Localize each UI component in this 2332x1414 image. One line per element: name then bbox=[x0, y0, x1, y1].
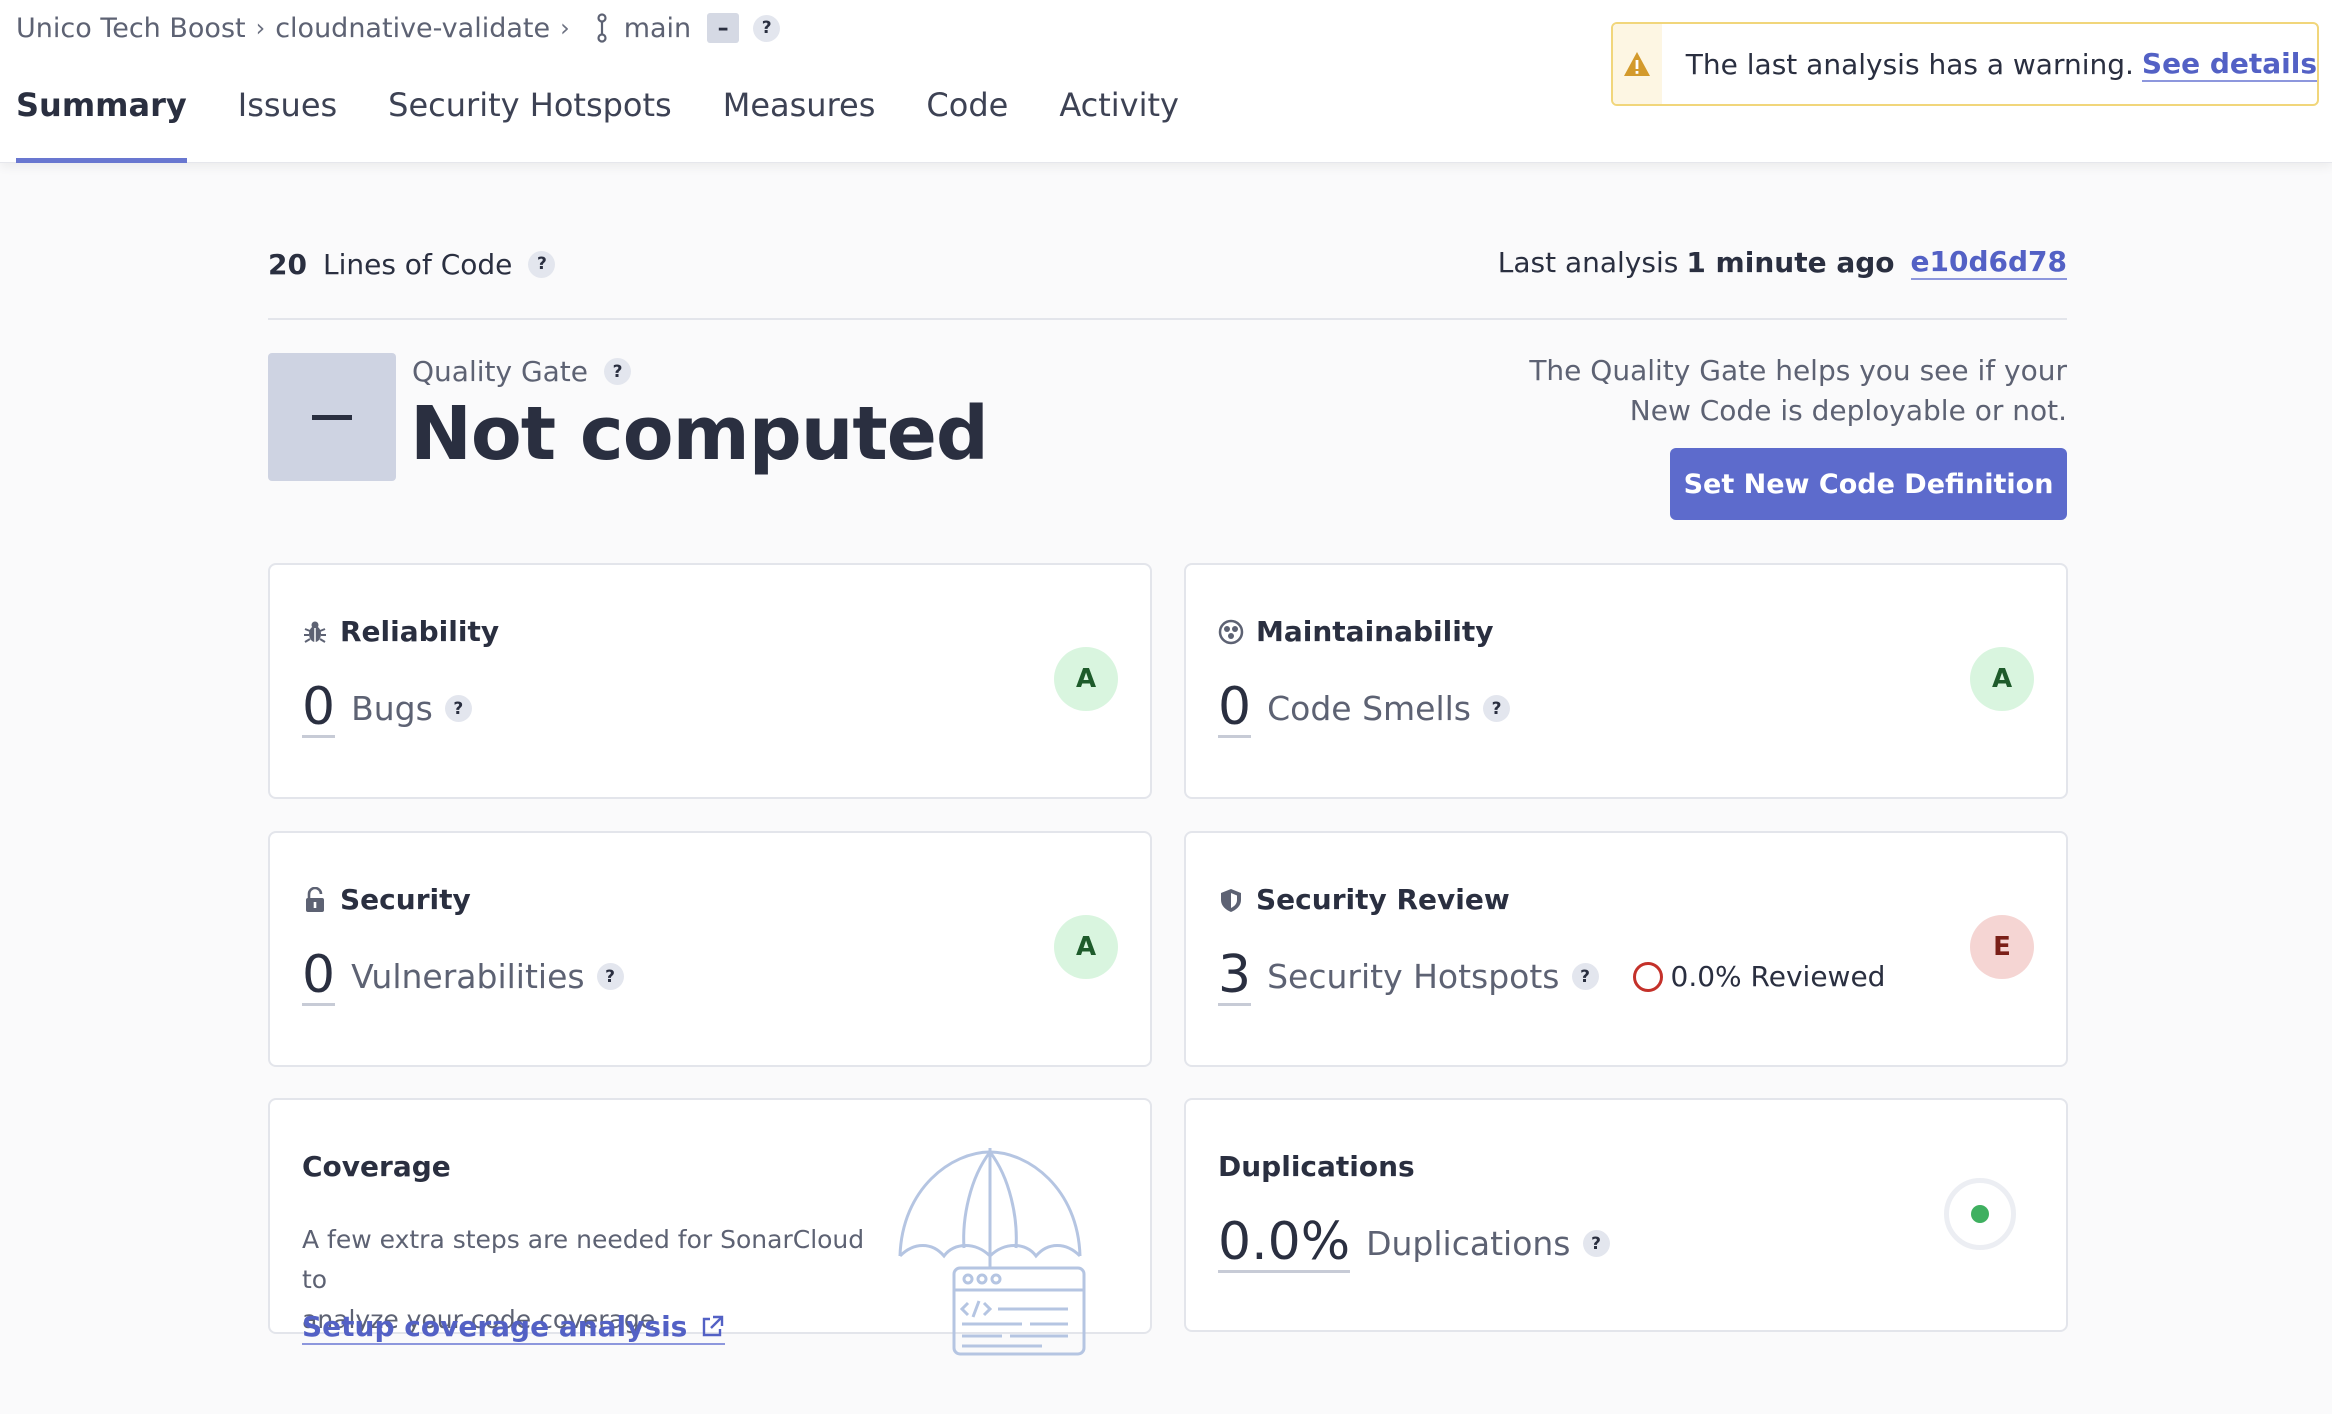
shield-icon bbox=[1221, 888, 1241, 912]
coverage-title: Coverage bbox=[302, 1150, 451, 1183]
lines-of-code-value: 20 bbox=[268, 247, 307, 281]
lines-of-code-row: 20 Lines of Code ? Last analysis 1 minut… bbox=[268, 245, 2067, 283]
last-analysis-time: 1 minute ago bbox=[1686, 246, 1895, 279]
card-title: Reliability bbox=[302, 615, 499, 648]
setup-coverage-analysis-link[interactable]: Setup coverage analysis bbox=[302, 1310, 726, 1345]
duplications-value[interactable]: 0.0% bbox=[1218, 1214, 1351, 1273]
card-title: Security Review bbox=[1218, 883, 1510, 916]
maintainability-title: Maintainability bbox=[1256, 615, 1494, 648]
branch-status-badge: – bbox=[707, 13, 740, 43]
help-icon[interactable]: ? bbox=[528, 250, 556, 278]
tab-activity[interactable]: Activity bbox=[1059, 82, 1179, 163]
help-icon[interactable]: ? bbox=[596, 963, 624, 990]
quality-gate-status: Not computed bbox=[410, 391, 989, 477]
code-smells-value[interactable]: 0 bbox=[1218, 679, 1252, 738]
bugs-metric: 0 Bugs ? bbox=[302, 679, 472, 738]
duplications-indicator bbox=[1944, 1178, 2016, 1250]
card-title: Maintainability bbox=[1218, 615, 1493, 648]
help-icon[interactable]: ? bbox=[444, 695, 472, 722]
help-icon[interactable]: ? bbox=[1571, 963, 1599, 990]
setup-coverage-link-text[interactable]: Setup coverage analysis bbox=[302, 1310, 687, 1343]
quality-gate-help-line: The Quality Gate helps you see if your bbox=[1529, 354, 2067, 387]
tab-bar: Summary Issues Security Hotspots Measure… bbox=[16, 82, 1230, 163]
see-details-link[interactable]: See details bbox=[2141, 47, 2317, 82]
chevron-right-icon: › bbox=[560, 14, 570, 42]
duplications-title: Duplications bbox=[1218, 1150, 1415, 1183]
reliability-title: Reliability bbox=[340, 615, 500, 648]
reviewed-text: 0.0% Reviewed bbox=[1670, 960, 1886, 993]
tab-code[interactable]: Code bbox=[926, 82, 1008, 163]
quality-gate-label: Quality Gate ? bbox=[412, 355, 632, 388]
maintainability-card: Maintainability 0 Code Smells ? A bbox=[1184, 563, 2068, 799]
maintainability-icon bbox=[1218, 619, 1244, 644]
branch-icon bbox=[597, 13, 607, 43]
coverage-card: Coverage A few extra steps are needed fo… bbox=[268, 1098, 1152, 1356]
breadcrumb-project[interactable]: cloudnative-validate bbox=[275, 13, 550, 44]
lines-of-code-label: Lines of Code bbox=[322, 247, 513, 281]
top-bar: Unico Tech Boost › cloudnative-validate … bbox=[0, 0, 2332, 163]
tab-issues[interactable]: Issues bbox=[238, 82, 337, 163]
warning-icon bbox=[1613, 24, 1662, 104]
vulnerabilities-metric: 0 Vulnerabilities ? bbox=[302, 947, 624, 1006]
warning-text: The last analysis has a warning. bbox=[1685, 47, 2134, 81]
quality-gate-status-box bbox=[268, 353, 396, 481]
bugs-label: Bugs bbox=[351, 689, 433, 728]
set-new-code-definition-button[interactable]: Set New Code Definition bbox=[1670, 448, 2067, 520]
status-dot-icon bbox=[1971, 1205, 1989, 1223]
security-hotspots-value[interactable]: 3 bbox=[1218, 947, 1252, 1006]
security-hotspots-metric: 3 Security Hotspots ? 0.0% Reviewed bbox=[1218, 947, 1885, 1006]
last-analysis-label: Last analysis bbox=[1497, 246, 1679, 279]
card-title: Security bbox=[302, 883, 471, 916]
external-link-icon bbox=[703, 1315, 724, 1336]
vulnerabilities-label: Vulnerabilities bbox=[351, 957, 585, 996]
duplications-metric: 0.0% Duplications ? bbox=[1218, 1214, 1610, 1273]
chevron-right-icon: › bbox=[255, 14, 266, 42]
branch-name[interactable]: main bbox=[624, 13, 691, 44]
code-smells-metric: 0 Code Smells ? bbox=[1218, 679, 1510, 738]
quality-gate-help-line: New Code is deployable or not. bbox=[1629, 394, 2067, 427]
help-icon[interactable]: ? bbox=[1483, 695, 1510, 722]
umbrella-illustration bbox=[898, 1148, 1086, 1356]
security-title: Security bbox=[340, 883, 471, 916]
security-review-title: Security Review bbox=[1256, 883, 1510, 916]
vulnerabilities-value[interactable]: 0 bbox=[302, 947, 336, 1006]
breadcrumb: Unico Tech Boost › cloudnative-validate … bbox=[16, 10, 781, 46]
breadcrumb-organization[interactable]: Unico Tech Boost bbox=[16, 13, 246, 44]
duplications-card: Duplications 0.0% Duplications ? bbox=[1184, 1098, 2068, 1332]
security-hotspots-label: Security Hotspots bbox=[1267, 957, 1560, 996]
reliability-card: Reliability 0 Bugs ? A bbox=[268, 563, 1152, 799]
card-title: Duplications bbox=[1218, 1150, 1415, 1183]
quality-gate-label-text: Quality Gate bbox=[412, 355, 589, 388]
tab-security-hotspots[interactable]: Security Hotspots bbox=[388, 82, 672, 163]
bugs-value[interactable]: 0 bbox=[302, 679, 336, 738]
security-review-rating-badge[interactable]: E bbox=[1970, 915, 2034, 979]
help-icon[interactable]: ? bbox=[753, 14, 781, 42]
last-analysis: Last analysis 1 minute ago e10d6d78 bbox=[1498, 245, 2067, 280]
lock-icon bbox=[306, 886, 324, 912]
tab-measures[interactable]: Measures bbox=[723, 82, 876, 163]
bug-icon bbox=[304, 621, 326, 643]
code-smells-label: Code Smells bbox=[1267, 689, 1471, 728]
reviewed-percentage: 0.0% Reviewed bbox=[1632, 960, 1886, 993]
coverage-description-line: A few extra steps are needed for SonarCl… bbox=[302, 1225, 865, 1294]
tab-summary[interactable]: Summary bbox=[16, 82, 187, 163]
security-card: Security 0 Vulnerabilities ? A bbox=[268, 831, 1152, 1067]
security-rating-badge[interactable]: A bbox=[1054, 915, 1118, 979]
quality-gate-help-text: The Quality Gate helps you see if your N… bbox=[1529, 351, 2067, 431]
commit-hash-link[interactable]: e10d6d78 bbox=[1910, 245, 2067, 280]
duplications-label: Duplications bbox=[1366, 1224, 1571, 1263]
card-title: Coverage bbox=[302, 1150, 451, 1183]
maintainability-rating-badge[interactable]: A bbox=[1970, 647, 2034, 711]
help-icon[interactable]: ? bbox=[604, 358, 632, 385]
progress-ring-icon bbox=[1632, 961, 1663, 992]
divider bbox=[268, 318, 2067, 320]
security-review-card: Security Review 3 Security Hotspots ? 0.… bbox=[1184, 831, 2068, 1067]
reliability-rating-badge[interactable]: A bbox=[1054, 647, 1118, 711]
dash-icon bbox=[312, 414, 352, 420]
help-icon[interactable]: ? bbox=[1582, 1230, 1610, 1257]
analysis-warning-banner: The last analysis has a warning. See det… bbox=[1611, 22, 2319, 106]
